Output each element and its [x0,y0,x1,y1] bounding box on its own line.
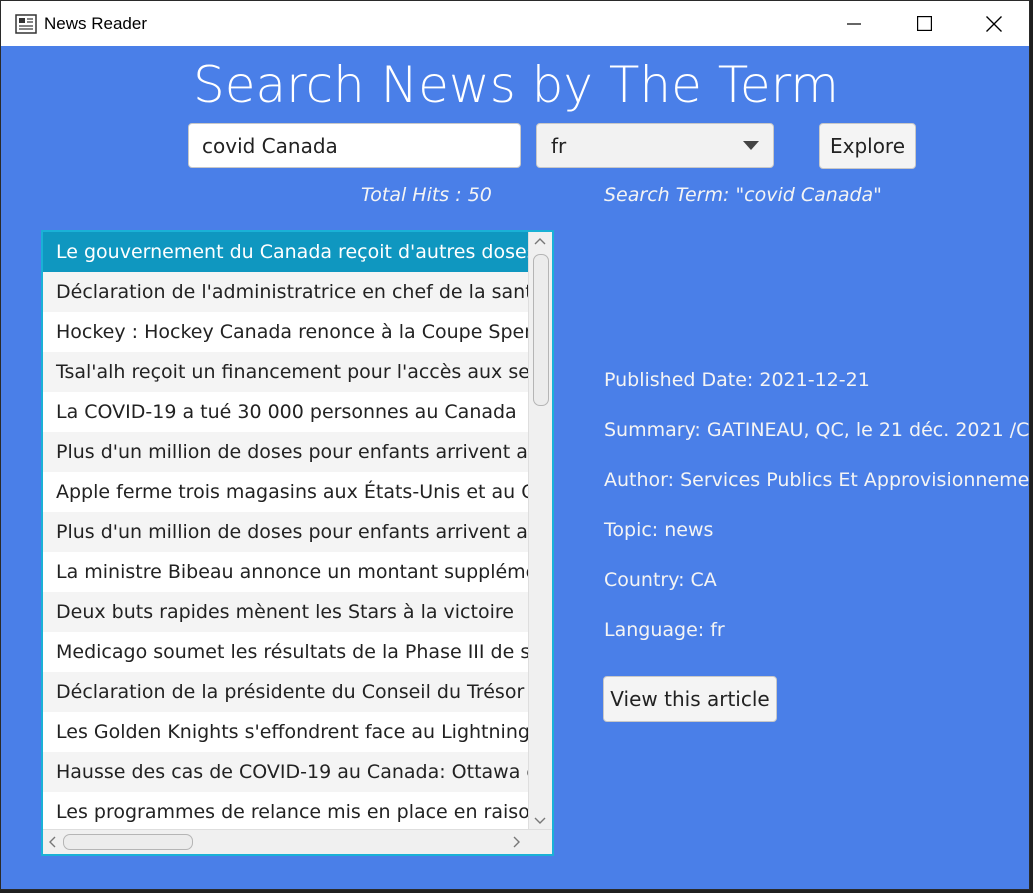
author: Author: Services Publics Et Approvisionn… [604,469,1030,491]
vertical-scrollbar[interactable] [528,232,552,830]
close-button[interactable] [959,1,1029,46]
list-item[interactable]: Apple ferme trois magasins aux États-Uni… [43,472,529,512]
chevron-down-icon [743,141,759,150]
title-bar: News Reader [1,1,1029,46]
minimize-icon [847,22,861,25]
horizontal-scroll-thumb[interactable] [63,834,193,850]
language: Language: fr [604,619,725,641]
list-item[interactable]: Les programmes de relance mis en place e… [43,792,529,830]
article-list-items: Le gouvernement du Canada reçoit d'autre… [43,232,529,830]
view-article-button[interactable]: View this article [603,676,777,722]
list-item[interactable]: La COVID-19 a tué 30 000 personnes au Ca… [43,392,529,432]
list-item[interactable]: La ministre Bibeau annonce un montant su… [43,552,529,592]
window-title: News Reader [44,14,147,33]
list-item[interactable]: Déclaration de la présidente du Conseil … [43,672,529,712]
scroll-up-icon [534,238,546,245]
total-hits-label: Total Hits : 50 [361,184,492,206]
summary: Summary: GATINEAU, QC, le 21 déc. 2021 /… [604,419,1030,441]
horizontal-scrollbar[interactable] [43,829,552,854]
country: Country: CA [604,569,717,591]
list-item[interactable]: Tsal'alh reçoit un financement pour l'ac… [43,352,529,392]
list-item[interactable]: Les Golden Knights s'effondrent face au … [43,712,529,752]
list-item[interactable]: Déclaration de l'administratrice en chef… [43,272,529,312]
language-select[interactable]: fr [536,123,774,168]
page-title: Search News by The Term [193,56,839,114]
published-date: Published Date: 2021-12-21 [604,369,870,391]
vertical-scroll-thumb[interactable] [533,254,549,406]
article-list[interactable]: Le gouvernement du Canada reçoit d'autre… [41,230,554,856]
news-reader-window: News Reader Search News by The Term fr E… [0,0,1030,890]
minimize-button[interactable] [819,1,889,46]
newspaper-icon [15,14,37,34]
list-item[interactable]: Plus d'un million de doses pour enfants … [43,432,529,472]
list-item[interactable]: Hockey : Hockey Canada renonce à la Coup… [43,312,529,352]
list-item[interactable]: Deux buts rapides mènent les Stars à la … [43,592,529,632]
search-term-label: Search Term: "covid Canada" [604,184,882,206]
maximize-icon [916,16,932,31]
topic: Topic: news [604,519,714,541]
close-icon [986,15,1002,32]
search-input[interactable] [188,123,521,168]
list-item[interactable]: Le gouvernement du Canada reçoit d'autre… [43,232,529,272]
language-select-value: fr [551,133,567,158]
scroll-down-icon [534,817,546,824]
maximize-button[interactable] [889,1,959,46]
explore-button[interactable]: Explore [819,123,916,169]
list-item[interactable]: Plus d'un million de doses pour enfants … [43,512,529,552]
list-item[interactable]: Medicago soumet les résultats de la Phas… [43,632,529,672]
list-item[interactable]: Hausse des cas de COVID-19 au Canada: Ot… [43,752,529,792]
scroll-left-icon [49,836,56,848]
scroll-right-icon [513,836,520,848]
